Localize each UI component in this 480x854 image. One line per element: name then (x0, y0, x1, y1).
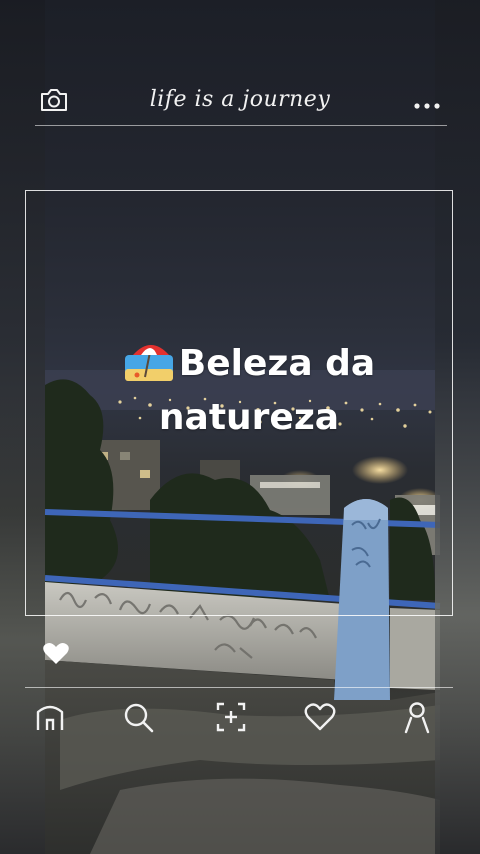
beach-umbrella-emoji (123, 339, 175, 383)
heart-outline-icon[interactable] (303, 700, 337, 734)
app-title: life is a journey (149, 87, 331, 112)
search-icon[interactable] (121, 700, 155, 734)
heart-icon[interactable] (42, 642, 70, 666)
add-post-icon[interactable] (214, 700, 248, 734)
camera-icon[interactable] (39, 87, 69, 113)
more-dots-icon[interactable] (412, 96, 442, 109)
header-divider (35, 125, 447, 126)
caption-text: Beleza da natureza (158, 343, 376, 438)
post-caption: Beleza da natureza (104, 337, 394, 445)
profile-icon[interactable] (400, 700, 434, 734)
home-icon[interactable] (33, 700, 67, 734)
nav-divider (25, 687, 453, 688)
